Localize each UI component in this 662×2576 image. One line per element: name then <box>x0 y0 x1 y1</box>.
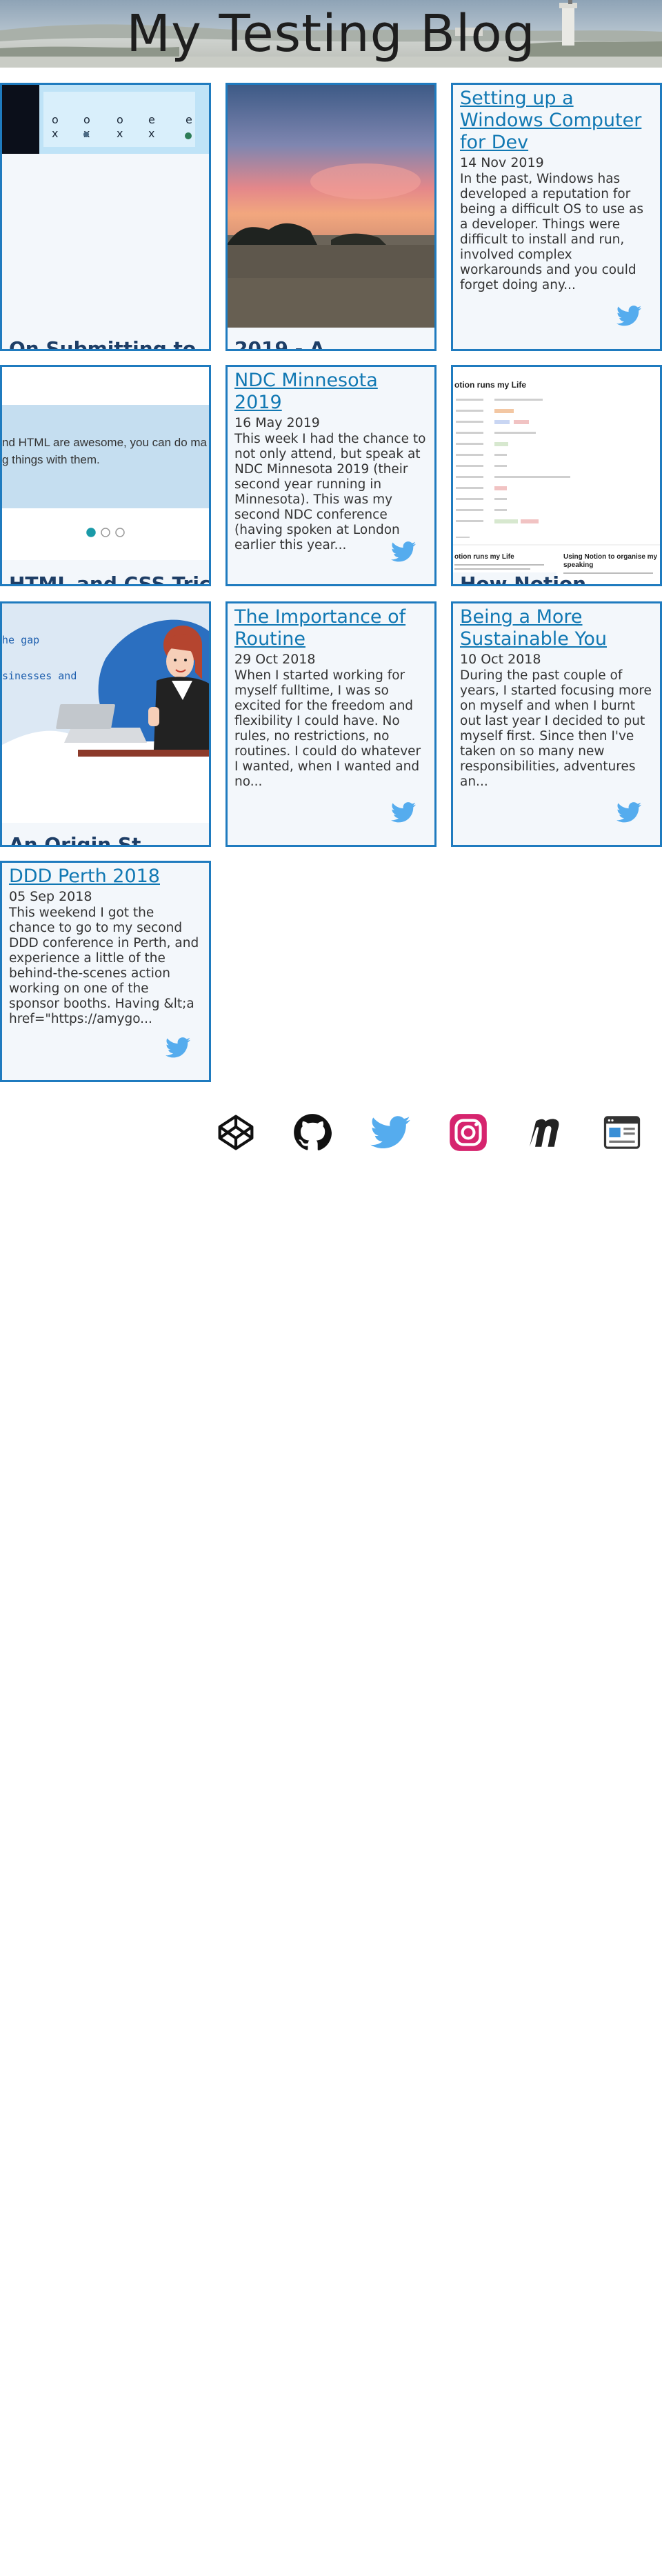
post-title-clipped[interactable]: HTML and CSS Tricks <box>9 572 209 584</box>
site-header: My Testing Blog <box>0 0 662 68</box>
post-title-link[interactable]: Setting up a Windows Computer for Dev <box>460 88 653 154</box>
twitter-share-icon[interactable] <box>616 802 641 823</box>
post-excerpt: In the past, Windows has developed a rep… <box>460 172 644 292</box>
twitter-share-icon[interactable] <box>391 541 416 562</box>
post-date: 05 Sep 2018 <box>9 889 92 904</box>
notion-subheading-2: Using Notion to organise my <box>563 553 658 561</box>
svg-text:e: e <box>185 113 192 126</box>
post-title-link[interactable]: Being a More Sustainable You <box>460 606 653 650</box>
social-links <box>0 1113 662 1155</box>
post-card-routine[interactable]: The Importance of Routine 29 Oct 2018 Wh… <box>225 601 437 847</box>
svg-text:x: x <box>52 127 58 140</box>
post-title-link[interactable]: NDC Minnesota 2019 <box>234 370 428 414</box>
post-title-link[interactable]: The Importance of Routine <box>234 606 428 650</box>
post-card-notion[interactable]: otion runs my Life otion runs my Life Us… <box>451 365 662 586</box>
svg-text:x: x <box>117 127 123 140</box>
post-card-windows-dev[interactable]: Setting up a Windows Computer for Dev 14… <box>451 83 662 351</box>
sunset-field-photo <box>228 85 434 349</box>
browser-window-icon[interactable] <box>603 1113 641 1152</box>
post-card-html-css[interactable]: nd HTML are awesome, you can do ma g thi… <box>0 365 211 586</box>
svg-text:x: x <box>148 127 154 140</box>
svg-text:o: o <box>52 113 59 126</box>
notion-screenshot: otion runs my Life otion runs my Life Us… <box>453 367 660 584</box>
svg-text:o: o <box>117 113 123 126</box>
site-title: My Testing Blog <box>126 4 536 63</box>
post-title-link[interactable]: DDD Perth 2018 <box>9 866 202 888</box>
svg-text:speaking: speaking <box>563 561 593 569</box>
post-card-ddd-perth[interactable]: DDD Perth 2018 05 Sep 2018 This weekend … <box>0 861 211 1082</box>
post-date: 29 Oct 2018 <box>234 652 316 667</box>
notion-subheading-1: otion runs my Life <box>454 553 514 561</box>
post-title-clipped[interactable]: On Submitting to ... <box>9 337 209 349</box>
post-card-sustainable[interactable]: Being a More Sustainable You 10 Oct 2018… <box>451 601 662 847</box>
post-excerpt: When I started working for myself fullti… <box>234 668 421 789</box>
twitter-share-icon[interactable] <box>616 306 641 326</box>
illustration-text-1: he gap <box>2 634 39 646</box>
post-title-clipped[interactable]: An Origin St... <box>9 833 163 845</box>
codepen-icon[interactable] <box>217 1113 255 1152</box>
carousel-line-1: nd HTML are awesome, you can do ma <box>2 436 208 449</box>
post-excerpt: This week I had the chance to not only a… <box>234 432 426 552</box>
carousel-line-2: g things with them. <box>2 453 100 466</box>
notion-heading: otion runs my Life <box>454 380 526 390</box>
notion-icon[interactable] <box>525 1113 563 1152</box>
post-title-clipped[interactable]: 2019 - A ... <box>234 337 353 349</box>
post-date: 10 Oct 2018 <box>460 652 541 667</box>
post-title-clipped[interactable]: How Notion ... <box>460 572 615 584</box>
post-card-origin-story[interactable]: he gap sinesses and An Origin St... <box>0 601 211 847</box>
post-card-sunset[interactable]: 2019 - A ... <box>225 83 437 351</box>
instagram-icon[interactable] <box>449 1113 488 1152</box>
post-date: 16 May 2019 <box>234 415 320 430</box>
illustration-text-2: sinesses and <box>2 670 77 682</box>
github-icon[interactable] <box>293 1113 332 1152</box>
post-card-ndc-minnesota[interactable]: NDC Minnesota 2019 16 May 2019 This week… <box>225 365 437 586</box>
keyboard-keys-photo: ox ox ox ex e <box>2 85 209 349</box>
svg-text:o: o <box>83 113 90 126</box>
post-date: 14 Nov 2019 <box>460 155 544 170</box>
twitter-icon[interactable] <box>370 1113 410 1152</box>
post-excerpt: During the past couple of years, I start… <box>460 668 652 789</box>
developer-illustration: he gap sinesses and <box>2 603 209 845</box>
post-excerpt: This weekend I got the chance to go to m… <box>9 906 199 1026</box>
twitter-share-icon[interactable] <box>166 1037 190 1058</box>
post-card-keyboard[interactable]: ox ox ox ex e On Submitting to ... <box>0 83 211 351</box>
svg-text:e: e <box>148 113 155 126</box>
twitter-share-icon[interactable] <box>391 802 416 823</box>
carousel-screenshot: nd HTML are awesome, you can do ma g thi… <box>2 367 209 584</box>
